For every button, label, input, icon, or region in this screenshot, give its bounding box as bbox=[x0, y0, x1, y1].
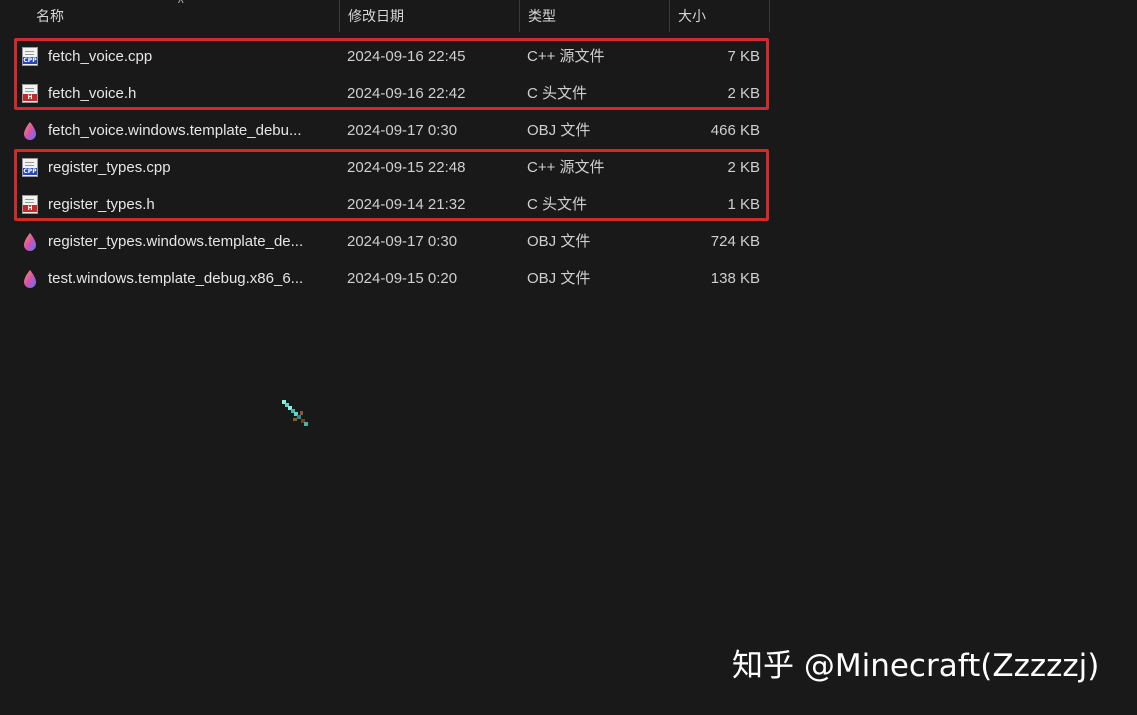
file-name: register_types.cpp bbox=[48, 159, 171, 176]
file-modified-date: 2024-09-15 22:48 bbox=[347, 159, 466, 176]
file-row[interactable]: CPP fetch_voice.cpp 2024-09-16 22:45 C++… bbox=[0, 38, 770, 75]
cpp-file-icon: CPP bbox=[22, 47, 40, 67]
file-explorer-view: 名称 ^ 修改日期 类型 大小 CPP fetch_voice.cpp 2024… bbox=[0, 0, 1137, 715]
column-header-type[interactable]: 类型 bbox=[520, 0, 670, 32]
sword-cursor-icon bbox=[282, 400, 308, 426]
column-header-size[interactable]: 大小 bbox=[670, 0, 770, 32]
file-name: fetch_voice.cpp bbox=[48, 48, 153, 65]
watermark-text: 知乎 @Minecraft(Zzzzzj) bbox=[732, 648, 1100, 684]
h-file-icon: H bbox=[22, 195, 40, 215]
file-type: C 头文件 bbox=[527, 196, 588, 213]
file-row[interactable]: test.windows.template_debug.x86_6... 202… bbox=[0, 260, 770, 297]
obj-file-icon bbox=[22, 269, 40, 289]
file-row[interactable]: H fetch_voice.h 2024-09-16 22:42 C 头文件 2… bbox=[0, 75, 770, 112]
file-size: 2 KB bbox=[727, 85, 760, 102]
file-size: 1 KB bbox=[727, 196, 760, 213]
file-name: fetch_voice.windows.template_debu... bbox=[48, 122, 302, 139]
column-header-date[interactable]: 修改日期 bbox=[340, 0, 520, 32]
obj-file-icon bbox=[22, 121, 40, 141]
column-header-bar: 名称 ^ 修改日期 类型 大小 bbox=[0, 0, 770, 32]
cpp-file-icon: CPP bbox=[22, 158, 40, 178]
file-name: register_types.h bbox=[48, 196, 155, 213]
file-size: 724 KB bbox=[710, 233, 760, 250]
file-modified-date: 2024-09-15 0:20 bbox=[347, 270, 458, 287]
file-size: 7 KB bbox=[727, 48, 760, 65]
file-size: 138 KB bbox=[710, 270, 760, 287]
file-modified-date: 2024-09-14 21:32 bbox=[347, 196, 466, 213]
file-modified-date: 2024-09-16 22:45 bbox=[347, 48, 466, 65]
file-type: C++ 源文件 bbox=[527, 48, 605, 65]
file-type: OBJ 文件 bbox=[527, 270, 591, 287]
h-file-icon: H bbox=[22, 84, 40, 104]
file-row[interactable]: H register_types.h 2024-09-14 21:32 C 头文… bbox=[0, 186, 770, 223]
file-row[interactable]: register_types.windows.template_de... 20… bbox=[0, 223, 770, 260]
file-name: fetch_voice.h bbox=[48, 85, 137, 102]
file-size: 466 KB bbox=[710, 122, 760, 139]
file-name: register_types.windows.template_de... bbox=[48, 233, 304, 250]
file-name: test.windows.template_debug.x86_6... bbox=[48, 270, 304, 287]
file-row[interactable]: fetch_voice.windows.template_debu... 202… bbox=[0, 112, 770, 149]
file-modified-date: 2024-09-16 22:42 bbox=[347, 85, 466, 102]
sort-ascending-icon: ^ bbox=[178, 0, 184, 10]
file-modified-date: 2024-09-17 0:30 bbox=[347, 233, 458, 250]
file-type: C 头文件 bbox=[527, 85, 588, 102]
file-type: OBJ 文件 bbox=[527, 122, 591, 139]
column-header-name[interactable]: 名称 bbox=[28, 0, 340, 32]
obj-file-icon bbox=[22, 232, 40, 252]
file-row[interactable]: CPP register_types.cpp 2024-09-15 22:48 … bbox=[0, 149, 770, 186]
file-type: OBJ 文件 bbox=[527, 233, 591, 250]
file-modified-date: 2024-09-17 0:30 bbox=[347, 122, 458, 139]
file-size: 2 KB bbox=[727, 159, 760, 176]
file-type: C++ 源文件 bbox=[527, 159, 605, 176]
